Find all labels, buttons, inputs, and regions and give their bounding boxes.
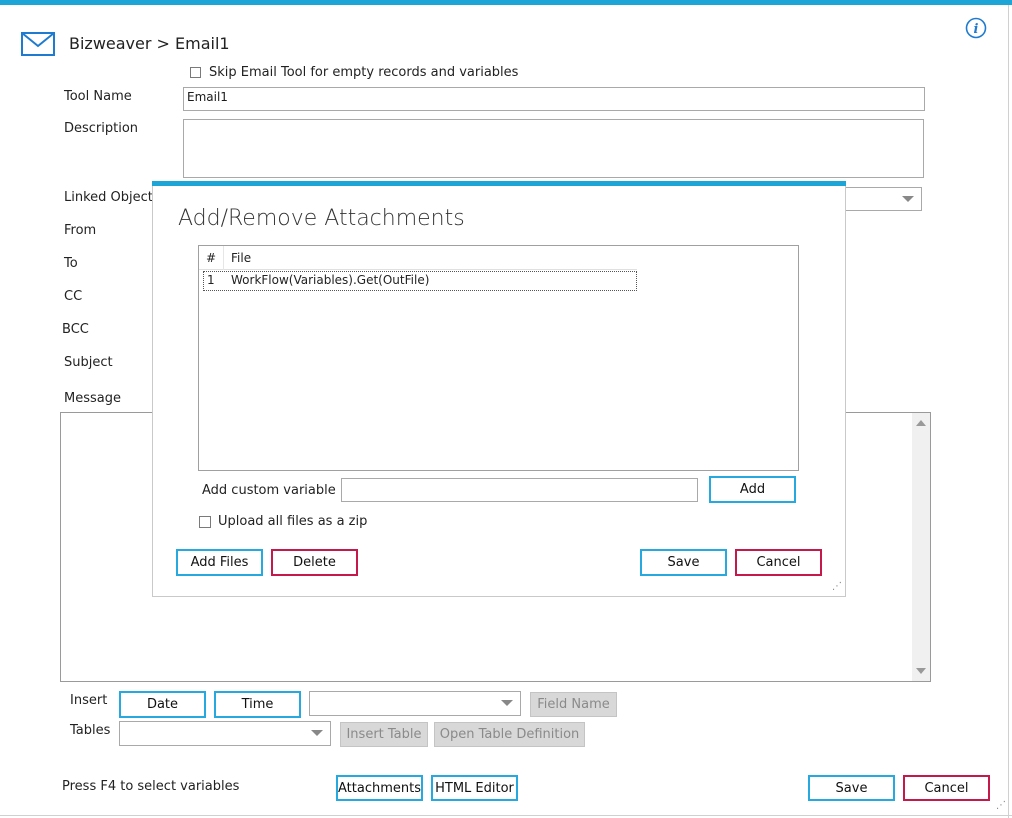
- dialog-save-button[interactable]: Save: [640, 549, 727, 576]
- skip-empty-checkbox[interactable]: [190, 67, 201, 78]
- breadcrumb-title: Bizweaver > Email1: [69, 34, 230, 53]
- bcc-label: BCC: [62, 322, 89, 337]
- tables-label: Tables: [70, 723, 111, 738]
- dialog-accent-bar: [152, 181, 846, 186]
- chevron-down-icon: [902, 196, 914, 202]
- scroll-up-icon[interactable]: [916, 420, 926, 426]
- window-border-bottom: [0, 815, 1012, 816]
- column-header-file[interactable]: File: [231, 251, 251, 265]
- insert-date-button[interactable]: Date: [119, 691, 206, 718]
- f4-hint-text: Press F4 to select variables: [62, 779, 240, 794]
- chevron-down-icon: [501, 700, 513, 706]
- window-border-right: [1008, 5, 1009, 818]
- save-button[interactable]: Save: [808, 775, 895, 801]
- dialog-title: Add/Remove Attachments: [178, 206, 465, 231]
- html-editor-button[interactable]: HTML Editor: [431, 775, 518, 801]
- svg-text:i: i: [974, 22, 979, 37]
- field-name-button[interactable]: Field Name: [530, 692, 617, 717]
- row-number-cell: 1: [207, 273, 215, 287]
- custom-variable-label: Add custom variable: [202, 483, 336, 498]
- to-label: To: [64, 256, 78, 271]
- subject-label: Subject: [64, 355, 113, 370]
- attachments-button[interactable]: Attachments: [336, 775, 423, 801]
- message-label: Message: [64, 391, 121, 406]
- dialog-resize-grip-icon[interactable]: ⋰: [832, 581, 842, 592]
- open-table-definition-button[interactable]: Open Table Definition: [434, 722, 585, 747]
- zip-upload-label: Upload all files as a zip: [218, 514, 368, 529]
- cancel-button[interactable]: Cancel: [903, 775, 990, 801]
- column-header-number[interactable]: #: [206, 251, 216, 265]
- zip-upload-checkbox[interactable]: [199, 516, 211, 528]
- insert-label: Insert: [70, 693, 108, 708]
- tool-name-label: Tool Name: [64, 89, 132, 104]
- description-input[interactable]: [183, 119, 924, 178]
- tool-name-input[interactable]: Email1: [183, 87, 925, 111]
- cc-label: CC: [64, 289, 83, 304]
- tables-select[interactable]: [119, 721, 331, 746]
- description-label: Description: [64, 121, 139, 136]
- resize-grip-icon[interactable]: ⋰: [996, 800, 1006, 811]
- add-files-button[interactable]: Add Files: [176, 549, 263, 576]
- insert-field-select[interactable]: [309, 691, 521, 716]
- linked-object-label: Linked Object: [64, 190, 153, 205]
- insert-time-button[interactable]: Time: [214, 691, 301, 718]
- grid-header-separator: [223, 246, 224, 270]
- custom-variable-input[interactable]: [341, 478, 698, 502]
- message-scrollbar[interactable]: [912, 413, 930, 681]
- insert-table-button[interactable]: Insert Table: [340, 722, 428, 747]
- grid-header: [199, 246, 637, 270]
- chevron-down-icon: [311, 730, 323, 736]
- from-label: From: [64, 223, 97, 238]
- skip-empty-label: Skip Email Tool for empty records and va…: [209, 65, 519, 80]
- add-variable-button[interactable]: Add: [709, 476, 796, 503]
- dialog-cancel-button[interactable]: Cancel: [735, 549, 822, 576]
- row-file-cell: WorkFlow(Variables).Get(OutFile): [231, 273, 430, 287]
- delete-button[interactable]: Delete: [271, 549, 358, 576]
- mail-icon: [21, 32, 55, 56]
- info-icon[interactable]: i: [965, 17, 987, 39]
- window-top-accent-bar: [0, 0, 1012, 5]
- scroll-down-icon[interactable]: [916, 668, 926, 674]
